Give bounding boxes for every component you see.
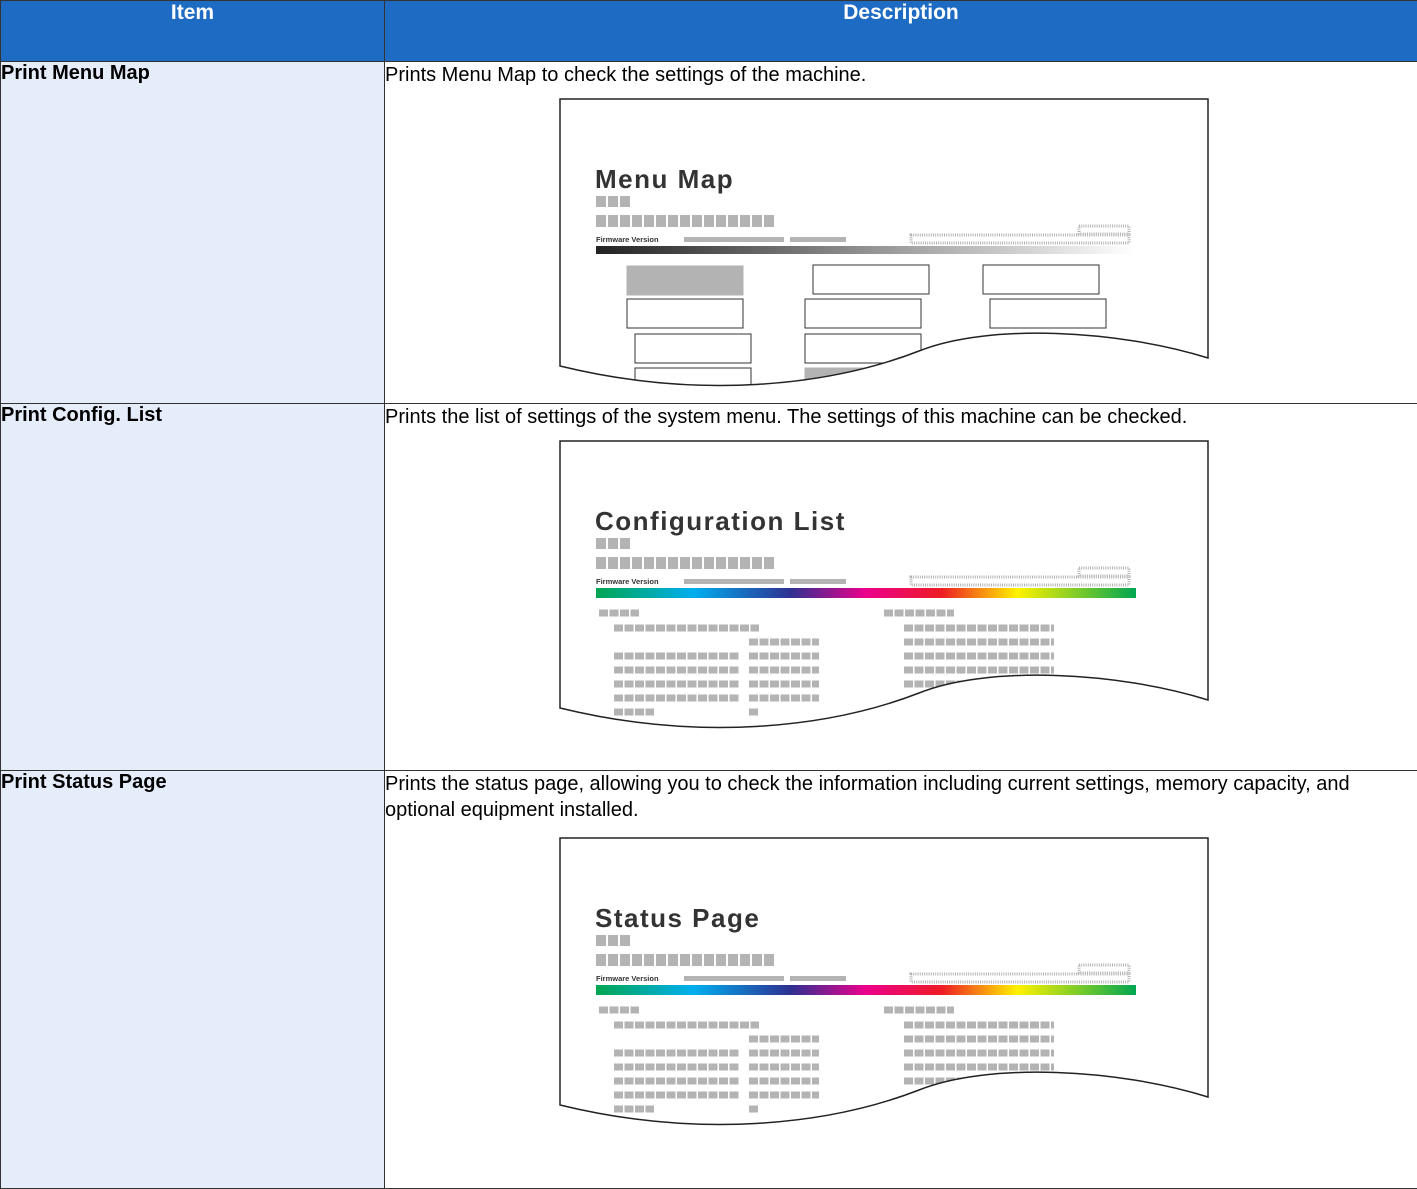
description-cell: Prints the list of settings of the syste…: [385, 404, 1417, 771]
preview-title: Menu Map: [595, 164, 734, 194]
settings-table: Item Description Print Menu Map Prints M…: [0, 0, 1417, 1189]
status-page-preview-illustration: Status Page Firmware Version: [559, 837, 1219, 1135]
description-cell: Prints the status page, allowing you to …: [385, 771, 1417, 1189]
preview-title: Status Page: [595, 903, 760, 933]
column-header-description: Description: [385, 1, 1417, 62]
preview-title: Configuration List: [595, 506, 846, 536]
menu-map-preview-illustration: Menu Map Firmware Version: [559, 98, 1219, 396]
table-row: Print Menu Map Prints Menu Map to check …: [1, 62, 1417, 404]
table-row: Print Config. List Prints the list of se…: [1, 404, 1417, 771]
table-row: Print Status Page Prints the status page…: [1, 771, 1417, 1189]
firmware-label: Firmware Version: [596, 577, 659, 586]
description-text: Prints Menu Map to check the settings of…: [385, 62, 1417, 88]
item-print-menu-map: Print Menu Map: [1, 62, 385, 404]
configuration-list-preview-illustration: Configuration List Firmware Version: [559, 440, 1219, 738]
column-header-item: Item: [1, 1, 385, 62]
firmware-label: Firmware Version: [596, 235, 659, 244]
description-text: Prints the status page, allowing you to …: [385, 771, 1385, 823]
description-text: Prints the list of settings of the syste…: [385, 404, 1417, 430]
description-cell: Prints Menu Map to check the settings of…: [385, 62, 1417, 404]
item-print-status-page: Print Status Page: [1, 771, 385, 1189]
item-print-config-list: Print Config. List: [1, 404, 385, 771]
firmware-label: Firmware Version: [596, 974, 659, 983]
